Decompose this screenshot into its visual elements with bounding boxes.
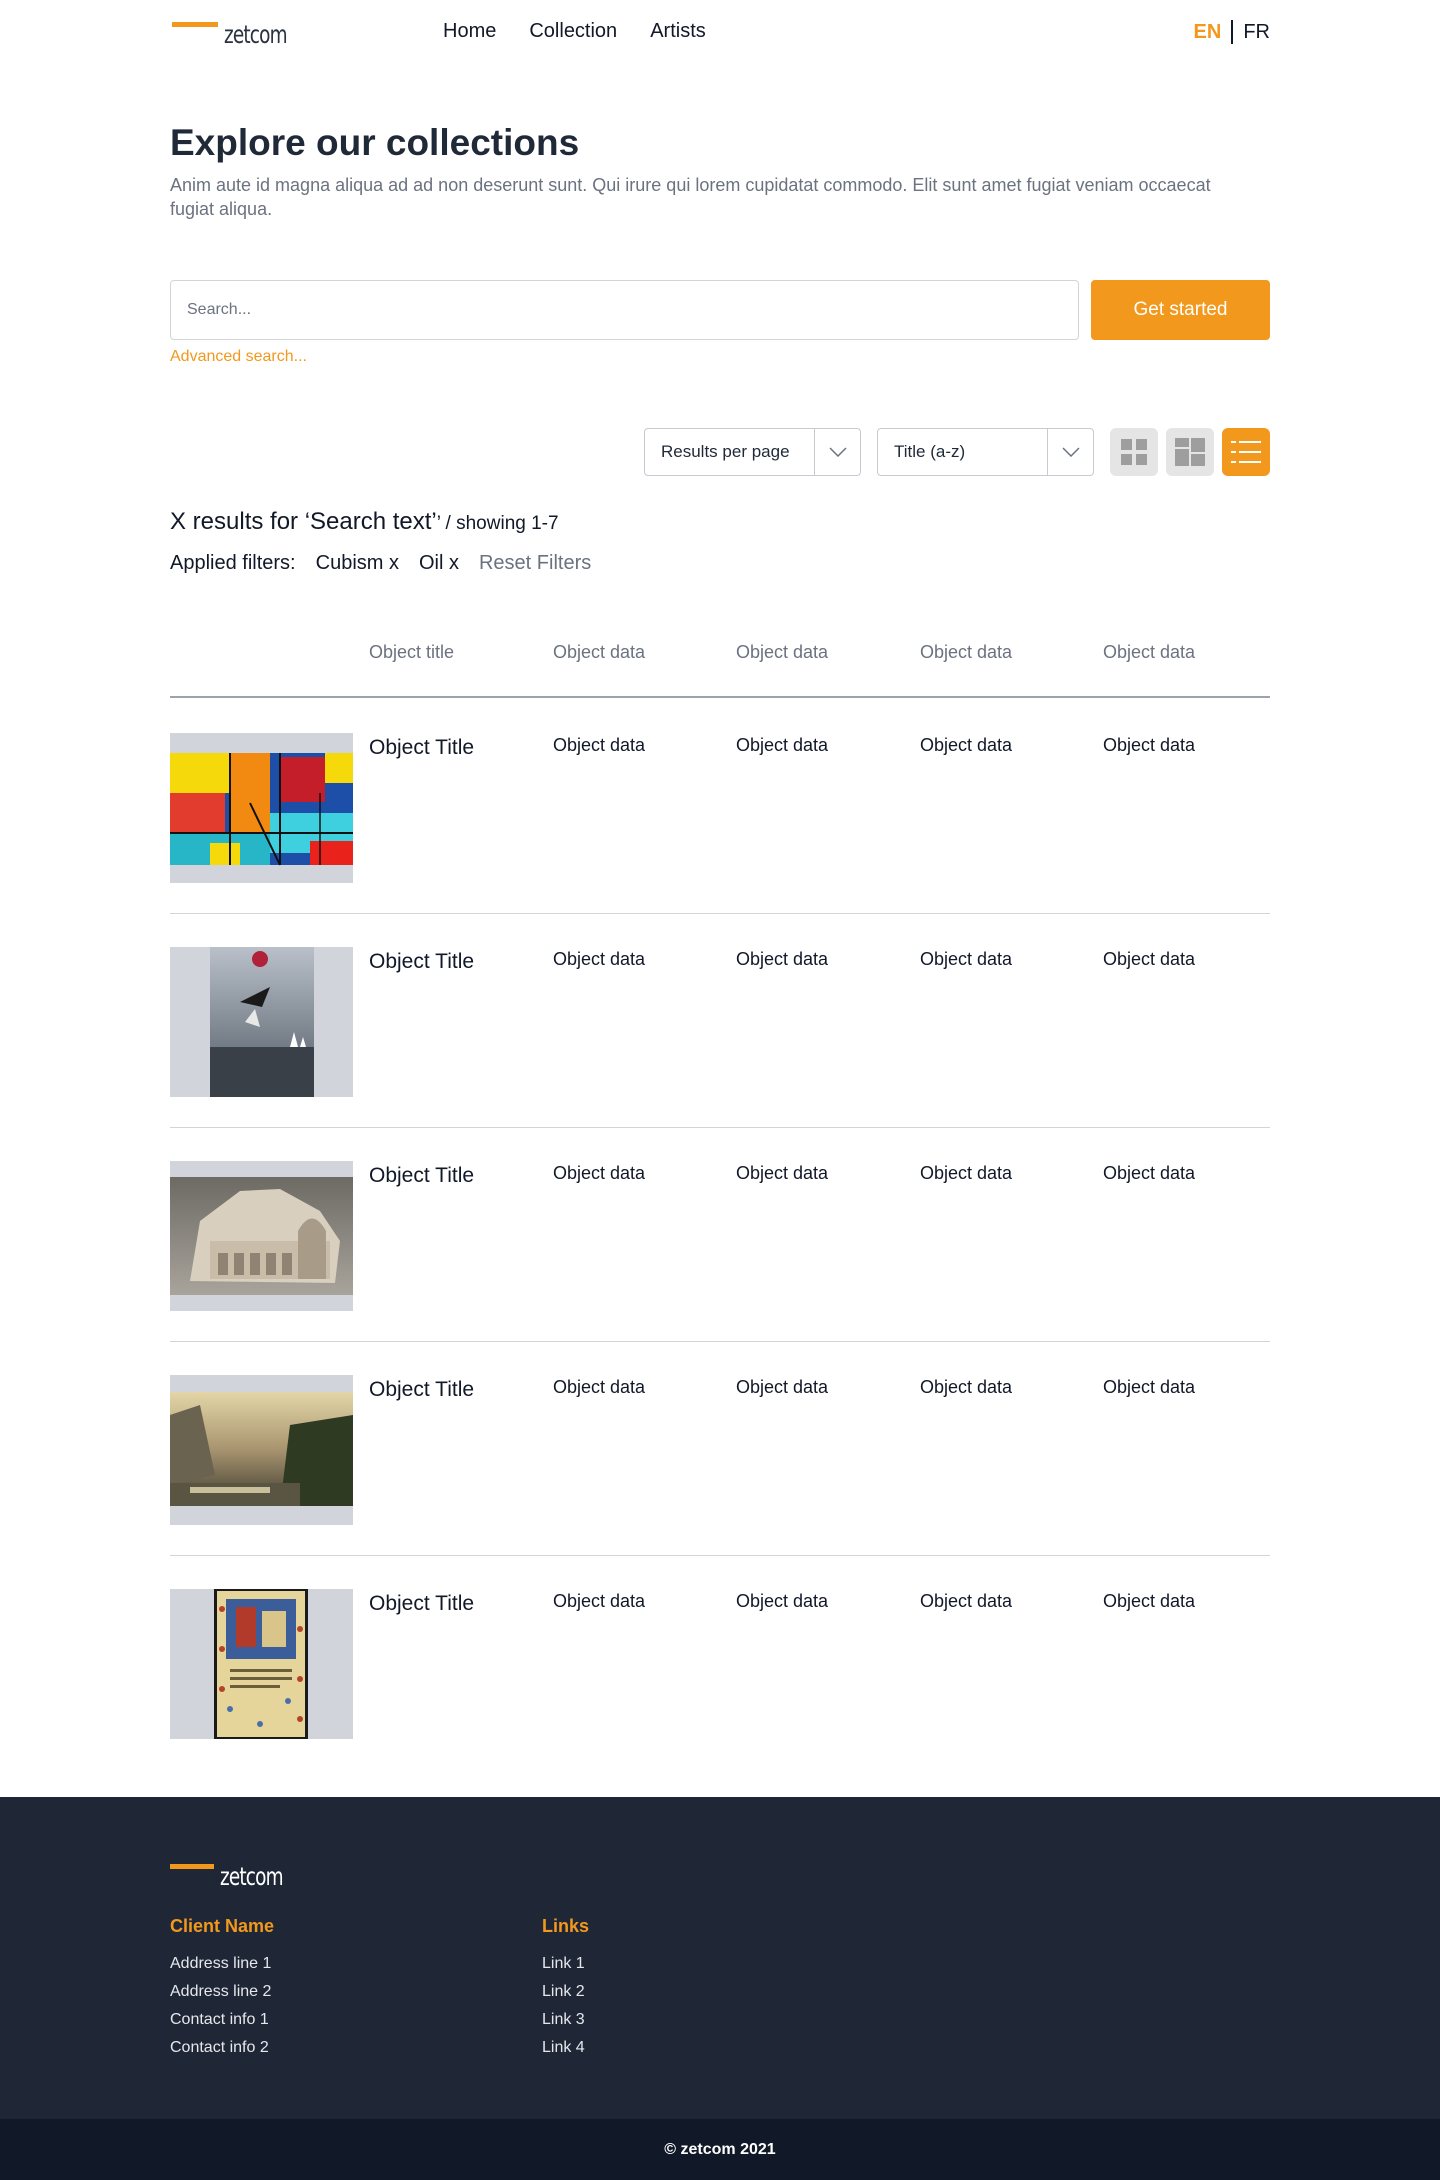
object-title[interactable]: Object Title bbox=[369, 1378, 474, 1402]
object-data: Object data bbox=[553, 1591, 646, 1611]
chevron-down-icon bbox=[814, 429, 860, 475]
column-header[interactable]: Object data bbox=[1103, 642, 1195, 663]
table-header: Object title Object data Object data Obj… bbox=[170, 640, 1270, 698]
column-header[interactable]: Object data bbox=[553, 642, 645, 663]
footer-client-column: Client Name Address line 1 Address line … bbox=[170, 1916, 274, 2067]
column-header[interactable]: Object data bbox=[920, 642, 1012, 663]
object-data: Object data bbox=[920, 1591, 1013, 1611]
footer-contact-line: Contact info 2 bbox=[170, 2039, 269, 2056]
object-data: Object data bbox=[920, 949, 1013, 969]
object-data: Object data bbox=[553, 949, 646, 969]
site-footer: zetcom Client Name Address line 1 Addres… bbox=[0, 1797, 1440, 2119]
object-title[interactable]: Object Title bbox=[369, 1592, 474, 1616]
object-data: Object data bbox=[920, 1377, 1013, 1397]
mosaic-view-icon bbox=[1175, 438, 1205, 466]
abstract-painting-thumbnail[interactable] bbox=[170, 733, 353, 883]
logo-bar bbox=[170, 1864, 214, 1869]
column-header[interactable]: Object title bbox=[369, 642, 454, 663]
results-per-page-label: Results per page bbox=[661, 442, 790, 461]
get-started-button[interactable]: Get started bbox=[1091, 280, 1270, 340]
footer-contact-line: Contact info 1 bbox=[170, 2011, 269, 2028]
page-subtitle: Anim aute id magna aliqua ad ad non dese… bbox=[170, 175, 1211, 219]
grid-view-icon bbox=[1121, 439, 1147, 465]
object-data: Object data bbox=[736, 735, 829, 755]
object-data: Object data bbox=[736, 1591, 829, 1611]
footer-links-heading: Links bbox=[542, 1916, 590, 1936]
stone-carving-thumbnail[interactable] bbox=[170, 1161, 353, 1311]
search-input[interactable] bbox=[170, 280, 1079, 340]
footer-address-line: Address line 1 bbox=[170, 1955, 272, 1972]
object-data: Object data bbox=[920, 735, 1013, 755]
filters-label: Applied filters: bbox=[170, 552, 296, 574]
list-view-icon bbox=[1231, 441, 1261, 463]
object-data: Object data bbox=[1103, 949, 1196, 969]
sort-select[interactable]: Title (a-z) bbox=[877, 428, 1094, 476]
reset-filters-link[interactable]: Reset Filters bbox=[479, 552, 591, 575]
landscape-painting-thumbnail[interactable] bbox=[170, 1375, 353, 1525]
list-view-button[interactable] bbox=[1222, 428, 1270, 476]
copyright: © zetcom 2021 bbox=[0, 2119, 1440, 2180]
object-data: Object data bbox=[553, 1377, 646, 1397]
table-row[interactable]: Object Title Object data Object data Obj… bbox=[170, 1342, 1270, 1556]
language-switcher: EN FR bbox=[1194, 20, 1270, 44]
object-data: Object data bbox=[1103, 1163, 1196, 1183]
lang-en[interactable]: EN bbox=[1194, 21, 1222, 44]
filter-chip-oil[interactable]: Oil x bbox=[419, 552, 459, 575]
object-data: Object data bbox=[1103, 1591, 1196, 1611]
results-count: X results for ‘Search text’ bbox=[170, 508, 437, 535]
logo-bar bbox=[172, 22, 218, 27]
footer-link[interactable]: Link 3 bbox=[542, 2011, 589, 2029]
nav-artists[interactable]: Artists bbox=[650, 20, 706, 43]
page-title: Explore our collections bbox=[170, 122, 580, 163]
logo-text: zetcom bbox=[220, 1862, 284, 1891]
table-row[interactable]: Object Title Object data Object data Obj… bbox=[170, 914, 1270, 1128]
results-summary: X results for ‘Search text’’ / showing 1… bbox=[170, 508, 559, 536]
advanced-search-link[interactable]: Advanced search... bbox=[170, 348, 307, 366]
object-title[interactable]: Object Title bbox=[369, 736, 474, 760]
object-data: Object data bbox=[736, 1377, 829, 1397]
illuminated-manuscript-thumbnail[interactable] bbox=[170, 1589, 353, 1739]
footer-address-line: Address line 2 bbox=[170, 1983, 272, 2000]
nav-collection[interactable]: Collection bbox=[529, 20, 617, 43]
results-showing: ’ / showing 1-7 bbox=[436, 513, 559, 534]
surreal-photo-thumbnail[interactable] bbox=[170, 947, 353, 1097]
footer-links-column: Links Link 1 Link 2 Link 3 Link 4 bbox=[542, 1916, 589, 2067]
object-data: Object data bbox=[553, 735, 646, 755]
grid-view-button[interactable] bbox=[1110, 428, 1158, 476]
logo-text: zetcom bbox=[224, 20, 288, 49]
footer-link[interactable]: Link 2 bbox=[542, 1983, 589, 2001]
object-title[interactable]: Object Title bbox=[369, 1164, 474, 1188]
footer-client-heading: Client Name bbox=[170, 1916, 275, 1936]
table-row[interactable]: Object Title Object data Object data Obj… bbox=[170, 1556, 1270, 1770]
filter-chip-cubism[interactable]: Cubism x bbox=[316, 552, 399, 575]
sort-label: Title (a-z) bbox=[894, 442, 966, 461]
page: zetcom Home Collection Artists EN FR Exp… bbox=[170, 0, 1270, 1739]
object-title[interactable]: Object Title bbox=[369, 950, 474, 974]
object-data: Object data bbox=[1103, 1377, 1196, 1397]
main-nav: Home Collection Artists bbox=[443, 20, 739, 43]
nav-home[interactable]: Home bbox=[443, 20, 496, 43]
results-per-page-select[interactable]: Results per page bbox=[644, 428, 861, 476]
table-row[interactable]: Object Title Object data Object data Obj… bbox=[170, 700, 1270, 914]
footer-link[interactable]: Link 1 bbox=[542, 1955, 589, 1973]
lang-fr[interactable]: FR bbox=[1243, 21, 1270, 44]
applied-filters: Applied filters: Cubism x Oil x Reset Fi… bbox=[170, 552, 611, 575]
column-header[interactable]: Object data bbox=[736, 642, 828, 663]
lang-divider bbox=[1231, 20, 1234, 44]
site-header: zetcom Home Collection Artists EN FR bbox=[170, 0, 1270, 64]
mosaic-view-button[interactable] bbox=[1166, 428, 1214, 476]
object-data: Object data bbox=[553, 1163, 646, 1183]
table-row[interactable]: Object Title Object data Object data Obj… bbox=[170, 1128, 1270, 1342]
object-data: Object data bbox=[1103, 735, 1196, 755]
chevron-down-icon bbox=[1047, 429, 1093, 475]
object-data: Object data bbox=[736, 1163, 829, 1183]
object-data: Object data bbox=[736, 949, 829, 969]
object-data: Object data bbox=[920, 1163, 1013, 1183]
footer-link[interactable]: Link 4 bbox=[542, 2039, 589, 2057]
